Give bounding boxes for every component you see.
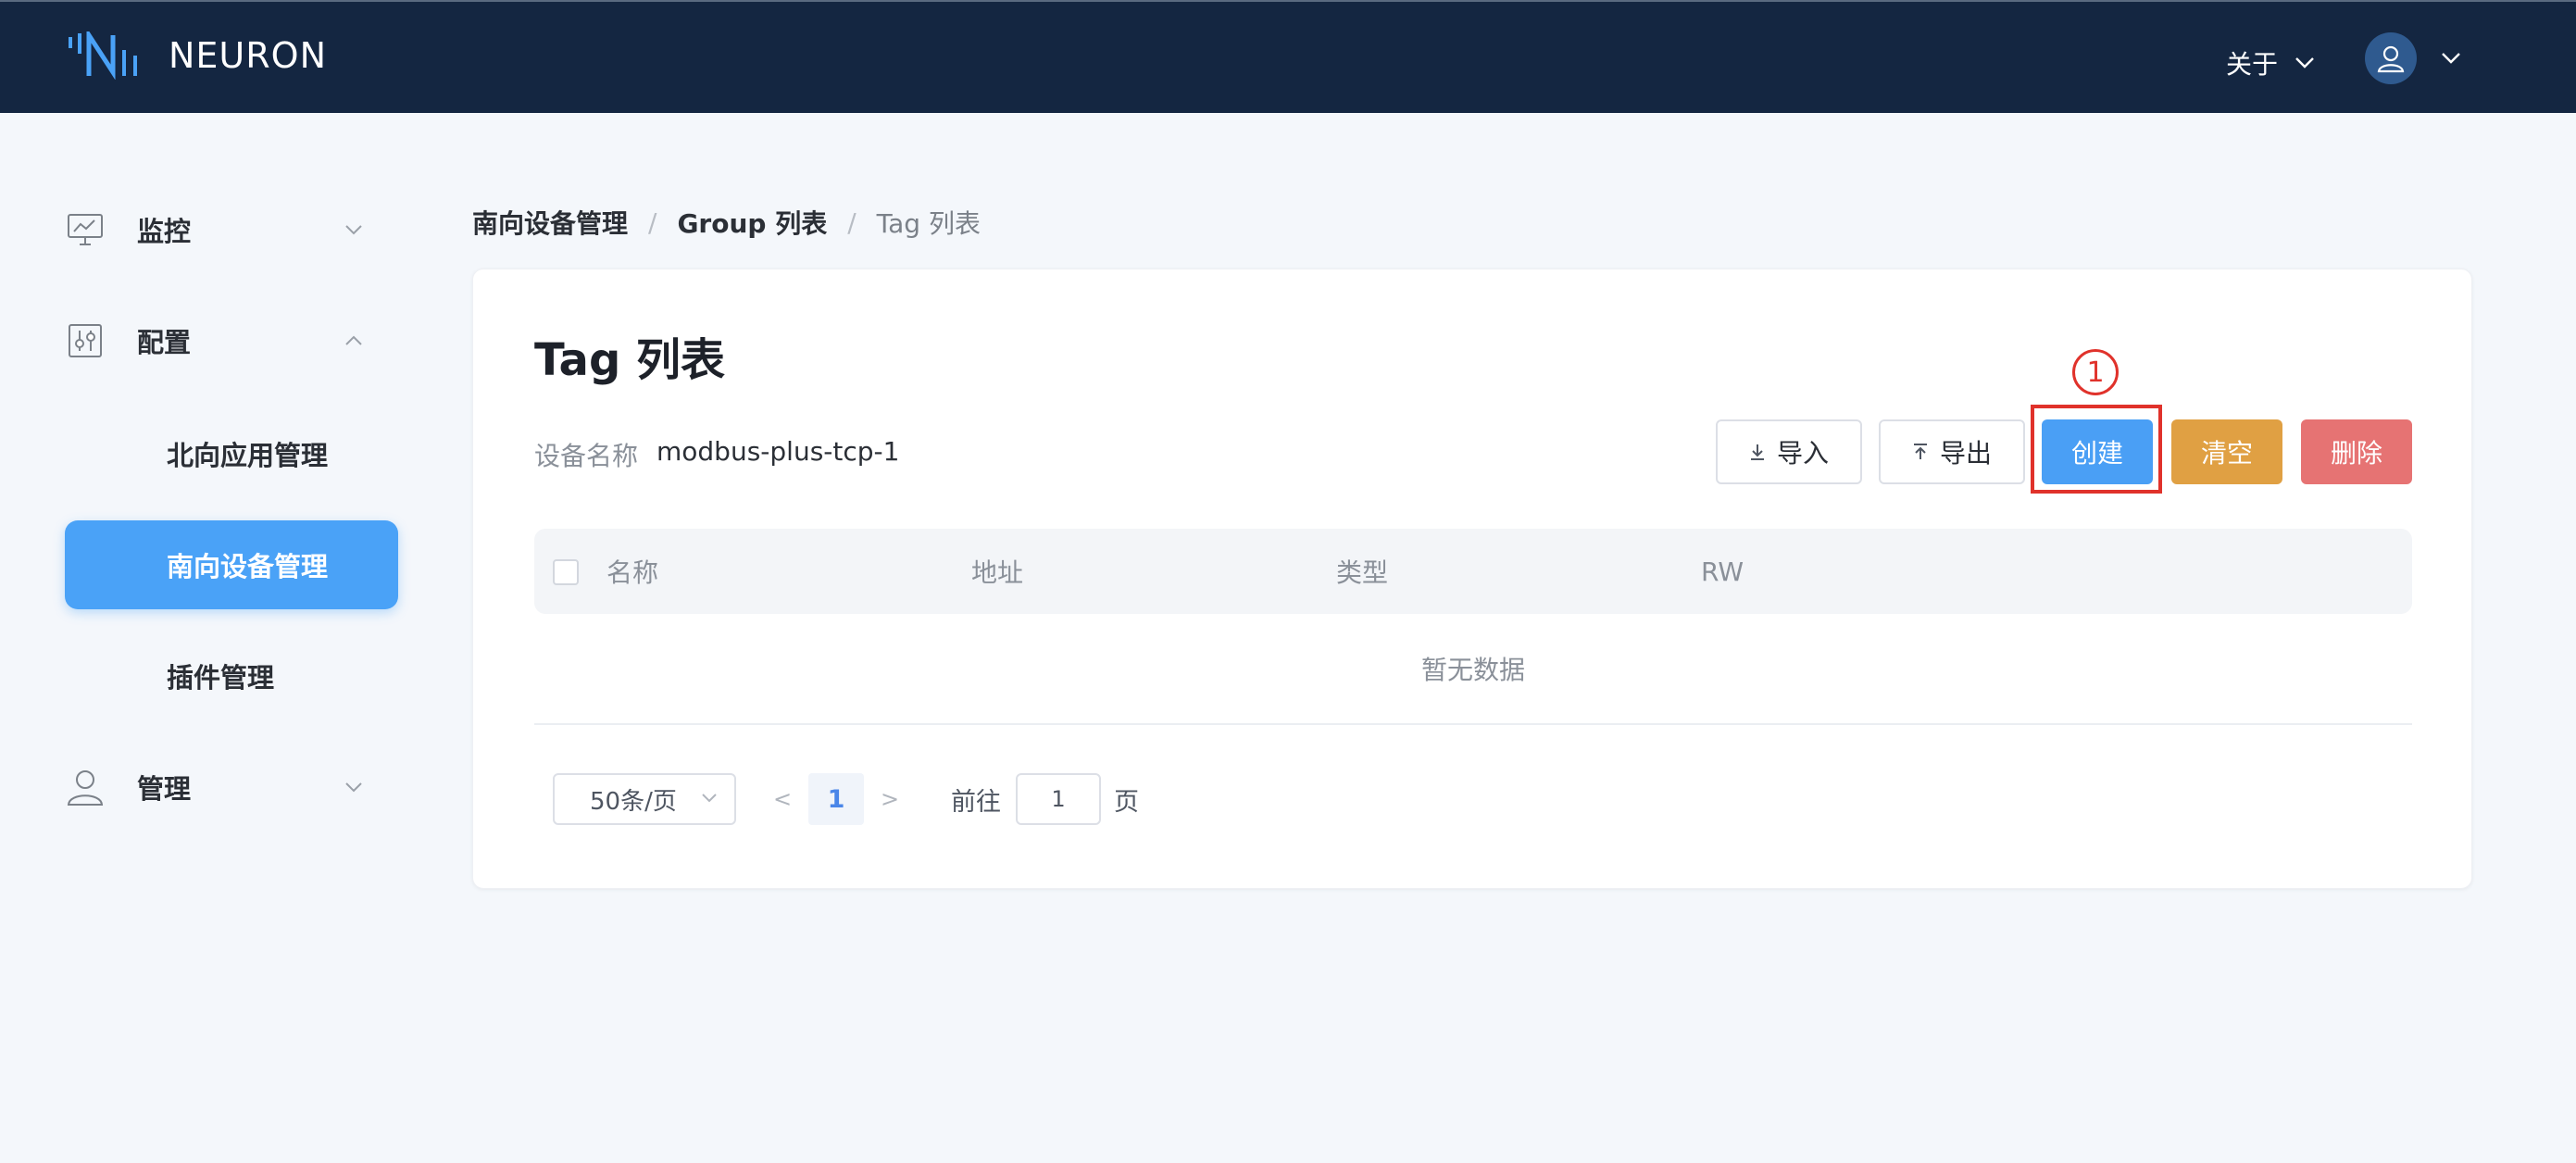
avatar[interactable]: [2365, 32, 2417, 84]
download-icon: [1750, 444, 1764, 460]
column-header-address: 地址: [971, 557, 1024, 588]
export-button[interactable]: 导出: [1879, 419, 2025, 484]
next-page-button[interactable]: >: [871, 773, 908, 825]
chevron-down-icon: [2442, 53, 2460, 64]
goto-suffix: 页: [1114, 787, 1139, 817]
import-label: 导入: [1776, 438, 1829, 469]
sidebar-group-config[interactable]: 配置: [65, 296, 370, 385]
annotation-step-marker: 1: [2072, 349, 2119, 395]
chevron-up-icon: [345, 335, 362, 345]
create-button[interactable]: 创建: [2042, 419, 2153, 484]
sidebar-group-label: 配置: [137, 327, 192, 358]
export-label: 导出: [1939, 438, 1992, 469]
sidebar-group-label: 监控: [137, 216, 192, 247]
sidebar-group-admin[interactable]: 管理: [65, 743, 370, 832]
goto-page-input[interactable]: [1016, 773, 1101, 825]
breadcrumb-group-list[interactable]: Group 列表: [677, 204, 827, 241]
table-header: 名称 地址 类型 RW: [534, 529, 2412, 614]
brand-name: NEURON: [169, 35, 327, 76]
about-label: 关于: [2226, 49, 2279, 80]
upload-icon: [1913, 444, 1927, 459]
device-name-value: modbus-plus-tcp-1: [657, 436, 900, 467]
page-size-select[interactable]: 50条/页: [553, 773, 736, 825]
user-icon: [2377, 45, 2405, 73]
tag-list-card: Tag 列表 设备名称 modbus-plus-tcp-1 导入 导出 创建 清…: [472, 269, 2472, 889]
prev-page-button[interactable]: <: [764, 773, 801, 825]
column-header-name: 名称: [606, 557, 659, 588]
chevron-down-icon: [345, 225, 362, 235]
sidebar-item-plugins[interactable]: 插件管理: [65, 632, 398, 720]
sidebar-item-northbound-apps[interactable]: 北向应用管理: [65, 409, 398, 498]
neuron-logo-icon: [69, 31, 137, 80]
about-menu[interactable]: 关于: [2226, 44, 2315, 81]
logo[interactable]: NEURON: [67, 28, 327, 83]
user-icon: [65, 767, 106, 807]
page-number-current[interactable]: 1: [808, 773, 864, 825]
breadcrumb: 南向设备管理 / Group 列表 / Tag 列表: [472, 204, 981, 241]
goto-label: 前往: [951, 787, 1001, 817]
breadcrumb-southbound[interactable]: 南向设备管理: [472, 204, 628, 241]
sidebar-group-label: 管理: [137, 773, 192, 805]
clear-button[interactable]: 清空: [2171, 419, 2282, 484]
chevron-down-icon: [2295, 57, 2314, 69]
breadcrumb-separator: /: [648, 206, 657, 238]
user-menu[interactable]: [2365, 32, 2461, 84]
sidebar-item-southbound-devices[interactable]: 南向设备管理: [65, 520, 398, 609]
sidebar: 监控 配置 北向应用管理 南向设备管理 插件管理 管理: [0, 113, 435, 1163]
select-all-checkbox[interactable]: [553, 559, 579, 585]
sidebar-group-monitor[interactable]: 监控: [65, 185, 370, 274]
chevron-down-icon: [702, 794, 717, 803]
config-sliders-icon: [65, 320, 106, 361]
monitor-chart-icon: [65, 209, 106, 250]
breadcrumb-separator: /: [847, 206, 857, 238]
device-name-label: 设备名称: [534, 441, 639, 471]
breadcrumb-tag-list: Tag 列表: [876, 208, 981, 239]
column-header-rw: RW: [1701, 556, 1744, 587]
chevron-down-icon: [345, 782, 362, 793]
delete-button[interactable]: 删除: [2301, 419, 2412, 484]
import-button[interactable]: 导入: [1716, 419, 1862, 484]
page-title: Tag 列表: [534, 334, 726, 386]
column-header-type: 类型: [1336, 557, 1389, 588]
table-empty-state: 暂无数据: [534, 614, 2412, 725]
top-navbar: NEURON 关于: [0, 0, 2576, 113]
page-size-value: 50条/页: [590, 787, 677, 816]
